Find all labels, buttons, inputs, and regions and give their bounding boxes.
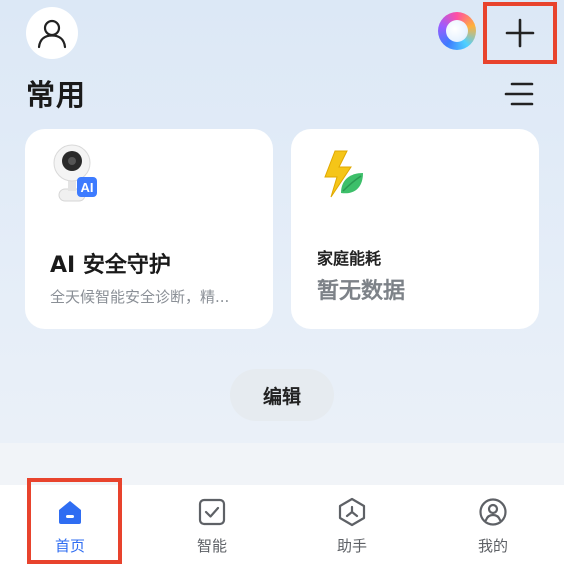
section-title: 常用 <box>26 78 87 112</box>
check-square-icon <box>198 498 226 526</box>
list-menu-icon <box>504 82 534 106</box>
ai-badge: AI <box>81 180 94 195</box>
profile-circle-icon <box>479 498 507 526</box>
security-camera-ai-icon: AI <box>53 144 97 202</box>
energy-leaf-icon <box>324 150 363 198</box>
card-title: AI 安全守护 <box>50 253 171 278</box>
tab-assistant[interactable]: 助手 <box>302 485 402 564</box>
ai-security-card[interactable]: AI AI 安全守护 全天候智能安全诊断，精... <box>25 129 273 329</box>
card-value: 暂无数据 <box>317 279 406 304</box>
card-title: 家庭能耗 <box>317 249 382 268</box>
tab-smart[interactable]: 智能 <box>162 485 262 564</box>
list-menu-button[interactable] <box>504 80 534 108</box>
tab-label: 助手 <box>336 537 367 555</box>
assistant-hexagon-icon <box>338 497 366 527</box>
card-subtitle: 全天候智能安全诊断，精... <box>50 288 230 306</box>
add-button[interactable] <box>483 2 557 64</box>
plus-icon <box>505 18 535 48</box>
home-energy-card[interactable]: 家庭能耗 暂无数据 <box>291 129 539 329</box>
avatar-button[interactable] <box>26 7 78 59</box>
person-icon <box>37 19 67 49</box>
edit-button[interactable]: 编辑 <box>230 369 334 421</box>
tab-mine[interactable]: 我的 <box>443 485 543 564</box>
tab-label: 智能 <box>196 537 227 555</box>
home-tab-highlight <box>27 478 122 564</box>
assistant-orb-icon[interactable] <box>438 12 476 50</box>
tab-label: 我的 <box>477 537 508 555</box>
